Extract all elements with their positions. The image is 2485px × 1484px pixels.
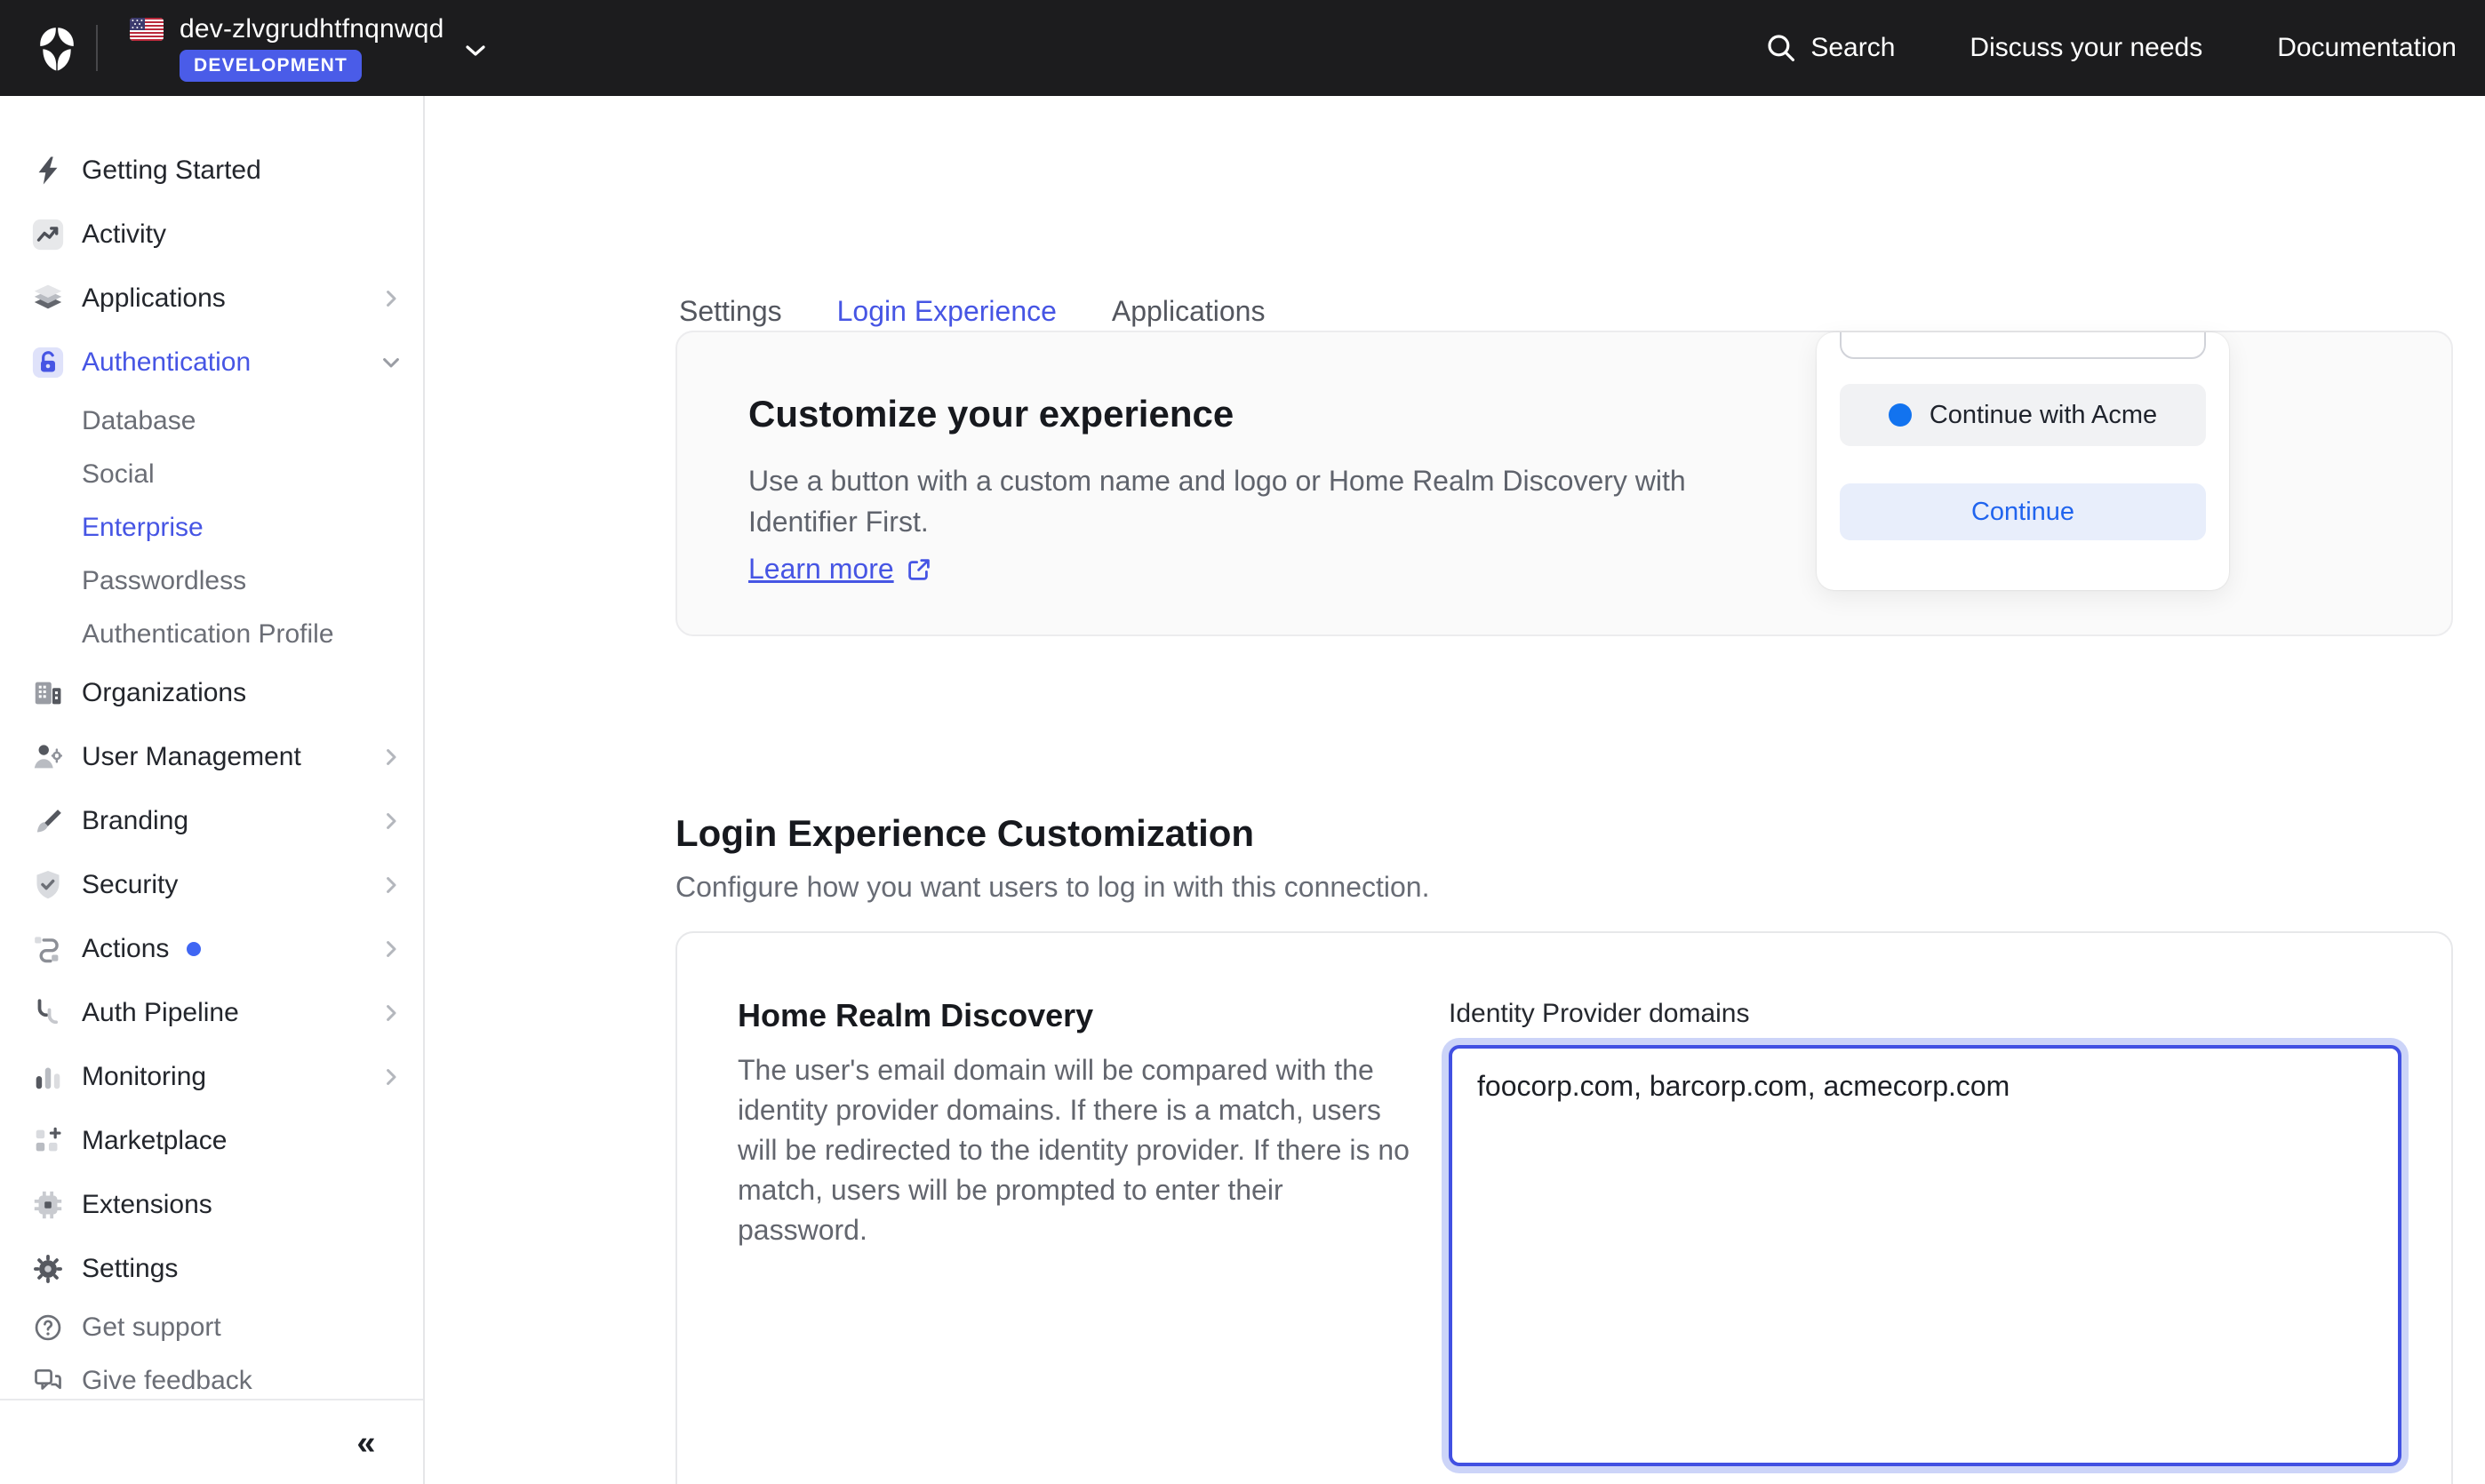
page-section-title: Login Experience Customization [675,812,1254,855]
sidebar-item-get-support[interactable]: Get support [0,1301,423,1354]
us-flag-icon [130,18,164,41]
auth0-logo-icon [35,24,79,72]
top-header: dev-zlvgrudhtfnqnwqd DEVELOPMENT Search … [0,0,2485,96]
login-preview-card: Continue with Acme Continue [1817,332,2229,590]
bar-chart-icon [30,1059,66,1095]
preview-email-input[interactable] [1840,332,2206,359]
identity-provider-domains-textarea[interactable]: foocorp.com, barcorp.com, acmecorp.com [1449,1045,2401,1466]
notification-dot [187,942,201,956]
sidebar-item-settings[interactable]: Settings [0,1237,423,1301]
banner-description: Use a button with a custom name and logo… [748,460,1717,542]
help-circle-icon [30,1310,66,1345]
hrd-title: Home Realm Discovery [738,997,1093,1034]
gear-icon [30,1251,66,1287]
environment-badge: DEVELOPMENT [180,50,362,82]
learn-more-link[interactable]: Learn more [748,553,931,586]
sidebar-item-enterprise[interactable]: Enterprise [0,501,423,555]
header-actions: Search Discuss your needs Documentation [1766,33,2485,63]
sidebar-item-label: Getting Started [82,156,261,186]
external-link-icon [907,557,931,582]
sidebar-footer: « [0,1399,423,1484]
sidebar-item-user-management[interactable]: User Management [0,725,423,789]
sidebar-item-monitoring[interactable]: Monitoring [0,1045,423,1109]
documentation-link[interactable]: Documentation [2277,33,2457,63]
extension-chip-icon [30,1187,66,1223]
chevron-right-icon [380,874,402,896]
acme-logo-icon [1889,403,1912,427]
identity-provider-domains-label: Identity Provider domains [1449,999,1750,1029]
auth0-logo[interactable] [21,0,92,96]
banner-title: Customize your experience [748,393,1234,435]
actions-flow-icon [30,931,66,967]
sidebar: Getting Started Activity Applications [0,96,425,1484]
discuss-your-needs-link[interactable]: Discuss your needs [1970,33,2202,63]
header-divider [96,25,98,71]
activity-chart-icon [30,217,66,252]
search-label: Search [1810,33,1895,63]
search-button[interactable]: Search [1766,33,1895,63]
search-icon [1766,33,1796,63]
chevron-right-icon [380,288,402,309]
main-content: Settings Login Experience Applications C… [425,96,2485,1484]
sidebar-item-passwordless[interactable]: Passwordless [0,555,423,608]
sidebar-item-extensions[interactable]: Extensions [0,1173,423,1237]
organization-building-icon [30,675,66,711]
chevron-right-icon [380,746,402,768]
sidebar-item-authentication[interactable]: Authentication [0,331,423,395]
chevron-right-icon [380,810,402,832]
tenant-name: dev-zlvgrudhtfnqnwqd [180,14,444,44]
lock-icon [30,345,66,380]
sidebar-item-authentication-profile[interactable]: Authentication Profile [0,608,423,661]
chevron-right-icon [380,1066,402,1088]
chevron-down-icon [464,43,487,59]
continue-with-acme-button[interactable]: Continue with Acme [1840,384,2206,446]
collapse-sidebar-button[interactable]: « [338,1415,395,1472]
brand-area: dev-zlvgrudhtfnqnwqd DEVELOPMENT [0,0,491,96]
user-gear-icon [30,739,66,775]
sidebar-item-auth-pipeline[interactable]: Auth Pipeline [0,981,423,1045]
chevron-down-icon [380,352,402,373]
sidebar-item-marketplace[interactable]: Marketplace [0,1109,423,1173]
sidebar-item-applications[interactable]: Applications [0,267,423,331]
chevron-right-icon [380,1002,402,1024]
sidebar-item-social[interactable]: Social [0,448,423,501]
hrd-description: The user's email domain will be compared… [738,1050,1413,1250]
sidebar-item-activity[interactable]: Activity [0,203,423,267]
feedback-bubbles-icon [30,1363,66,1399]
layers-icon [30,281,66,316]
sidebar-nav: Getting Started Activity Applications [0,96,423,1408]
sidebar-item-security[interactable]: Security [0,853,423,917]
pipeline-icon [30,995,66,1031]
page-section-subtitle: Configure how you want users to log in w… [675,871,1429,904]
customize-banner-card: Customize your experience Use a button w… [675,331,2453,636]
auth0-dashboard: dev-zlvgrudhtfnqnwqd DEVELOPMENT Search … [0,0,2485,1484]
sidebar-item-actions[interactable]: Actions [0,917,423,981]
paintbrush-icon [30,803,66,839]
sidebar-item-branding[interactable]: Branding [0,789,423,853]
sidebar-item-getting-started[interactable]: Getting Started [0,139,423,203]
chevron-right-icon [380,938,402,960]
shield-check-icon [30,867,66,903]
tenant-switcher[interactable]: dev-zlvgrudhtfnqnwqd DEVELOPMENT [116,4,491,92]
sidebar-item-database[interactable]: Database [0,395,423,448]
continue-button[interactable]: Continue [1840,483,2206,540]
home-realm-discovery-card: Home Realm Discovery The user's email do… [675,931,2453,1484]
sidebar-item-organizations[interactable]: Organizations [0,661,423,725]
lightning-icon [30,153,66,188]
marketplace-icon [30,1123,66,1159]
